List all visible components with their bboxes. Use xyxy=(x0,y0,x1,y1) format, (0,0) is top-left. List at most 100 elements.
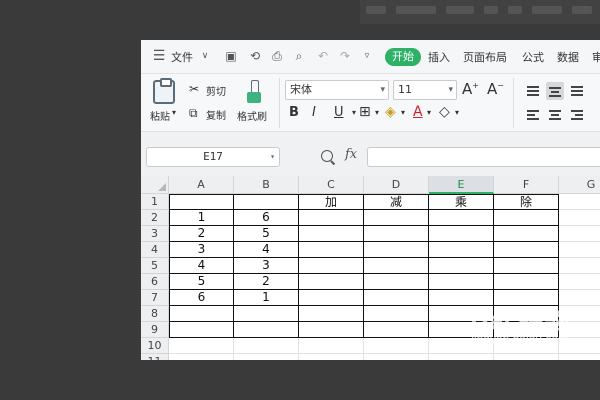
cell-d8[interactable] xyxy=(364,306,429,322)
select-all-button[interactable] xyxy=(141,176,169,194)
align-left-icon[interactable] xyxy=(524,106,542,124)
paste-icon[interactable] xyxy=(153,78,175,104)
column-header-a[interactable]: A xyxy=(169,176,234,194)
align-top-icon[interactable] xyxy=(524,82,542,100)
cell-b3[interactable]: 5 xyxy=(234,226,299,242)
cell-c4[interactable] xyxy=(299,242,364,258)
clear-format-icon[interactable]: ◇ xyxy=(439,104,450,120)
cell-d2[interactable] xyxy=(364,210,429,226)
row-header-6[interactable]: 6 xyxy=(141,274,169,290)
cell-b4[interactable]: 4 xyxy=(234,242,299,258)
print-preview-icon[interactable]: ⌕ xyxy=(291,48,307,64)
underline-chevron-icon[interactable]: ▾ xyxy=(352,108,356,117)
cell-c8[interactable] xyxy=(299,306,364,322)
cell-e2[interactable] xyxy=(429,210,494,226)
font-color-icon[interactable]: A xyxy=(413,104,423,120)
tab-insert[interactable]: 插入 xyxy=(428,49,450,65)
row-header-1[interactable]: 1 xyxy=(141,194,169,210)
cell-e5[interactable] xyxy=(429,258,494,274)
cell-a2[interactable]: 1 xyxy=(169,210,234,226)
cell-a4[interactable]: 3 xyxy=(169,242,234,258)
chevron-down-icon[interactable]: ∨ xyxy=(197,48,213,64)
column-header-d[interactable]: D xyxy=(364,176,429,194)
cell-a8[interactable] xyxy=(169,306,234,322)
format-painter-icon[interactable] xyxy=(246,80,262,104)
cell-c5[interactable] xyxy=(299,258,364,274)
cell-c9[interactable] xyxy=(299,322,364,338)
zoom-icon[interactable] xyxy=(321,150,333,162)
tab-formulas[interactable]: 公式 xyxy=(522,49,544,65)
cell-a10[interactable] xyxy=(169,338,234,354)
cell-c3[interactable] xyxy=(299,226,364,242)
borders-icon[interactable]: ⊞ xyxy=(359,104,371,120)
cut-button[interactable]: 剪切 xyxy=(206,83,226,98)
paste-label[interactable]: 粘贴 xyxy=(150,108,170,123)
cell-d1[interactable]: 减 xyxy=(364,194,429,210)
cell-a7[interactable]: 6 xyxy=(169,290,234,306)
row-header-10[interactable]: 10 xyxy=(141,338,169,354)
cell-e4[interactable] xyxy=(429,242,494,258)
underline-button[interactable]: U xyxy=(334,105,344,120)
cell-b6[interactable]: 2 xyxy=(234,274,299,290)
fill-color-chevron-icon[interactable]: ▾ xyxy=(401,108,405,117)
increase-font-size-icon[interactable]: A+ xyxy=(462,80,479,98)
cell-g5[interactable] xyxy=(559,258,600,274)
cell-f11[interactable] xyxy=(494,354,559,360)
cell-g11[interactable] xyxy=(559,354,600,360)
print-icon[interactable]: ⎙ xyxy=(269,48,285,64)
borders-chevron-icon[interactable]: ▾ xyxy=(375,108,379,117)
cell-a11[interactable] xyxy=(169,354,234,360)
align-right-icon[interactable] xyxy=(568,106,586,124)
cell-b11[interactable] xyxy=(234,354,299,360)
tab-home[interactable]: 开始 xyxy=(385,48,421,66)
column-header-g[interactable]: G xyxy=(559,176,600,194)
paste-chevron-icon[interactable]: ▾ xyxy=(172,108,176,117)
format-painter-button[interactable]: 格式刷 xyxy=(237,108,267,123)
cell-c1[interactable]: 加 xyxy=(299,194,364,210)
font-color-chevron-icon[interactable]: ▾ xyxy=(427,108,431,117)
cell-d11[interactable] xyxy=(364,354,429,360)
cell-b10[interactable] xyxy=(234,338,299,354)
save-icon[interactable]: ▣ xyxy=(223,48,239,64)
cell-g6[interactable] xyxy=(559,274,600,290)
cell-e11[interactable] xyxy=(429,354,494,360)
cell-d3[interactable] xyxy=(364,226,429,242)
cell-a3[interactable]: 2 xyxy=(169,226,234,242)
cell-b5[interactable]: 3 xyxy=(234,258,299,274)
align-center-icon[interactable] xyxy=(546,106,564,124)
customize-chevron-icon[interactable]: ▿ xyxy=(359,48,375,64)
cell-b1[interactable] xyxy=(234,194,299,210)
copy-button[interactable]: 复制 xyxy=(206,107,226,122)
insert-function-button[interactable]: fx xyxy=(345,147,357,162)
scissors-icon[interactable]: ✂ xyxy=(189,82,199,96)
row-header-4[interactable]: 4 xyxy=(141,242,169,258)
cell-a5[interactable]: 4 xyxy=(169,258,234,274)
align-middle-icon[interactable] xyxy=(546,82,564,100)
italic-button[interactable]: I xyxy=(312,105,316,120)
cell-b9[interactable] xyxy=(234,322,299,338)
cell-a6[interactable]: 5 xyxy=(169,274,234,290)
cell-f3[interactable] xyxy=(494,226,559,242)
cell-d5[interactable] xyxy=(364,258,429,274)
cell-c7[interactable] xyxy=(299,290,364,306)
font-name-select[interactable]: 宋体 ▾ xyxy=(285,80,389,100)
column-header-f[interactable]: F xyxy=(494,176,559,194)
cell-f4[interactable] xyxy=(494,242,559,258)
column-header-b[interactable]: B xyxy=(234,176,299,194)
redo-icon[interactable]: ↷ xyxy=(337,48,353,64)
cell-b2[interactable]: 6 xyxy=(234,210,299,226)
bold-button[interactable]: B xyxy=(289,105,299,120)
export-icon[interactable]: ⟲ xyxy=(247,48,263,64)
cell-e1[interactable]: 乘 xyxy=(429,194,494,210)
row-header-11[interactable]: 11 xyxy=(141,354,169,360)
cell-c11[interactable] xyxy=(299,354,364,360)
cell-g2[interactable] xyxy=(559,210,600,226)
hamburger-menu-icon[interactable]: ☰ xyxy=(151,48,167,64)
cell-d10[interactable] xyxy=(364,338,429,354)
row-header-7[interactable]: 7 xyxy=(141,290,169,306)
cell-b8[interactable] xyxy=(234,306,299,322)
cell-f5[interactable] xyxy=(494,258,559,274)
formula-input[interactable] xyxy=(367,147,600,167)
tab-page-layout[interactable]: 页面布局 xyxy=(463,49,507,65)
cell-f2[interactable] xyxy=(494,210,559,226)
